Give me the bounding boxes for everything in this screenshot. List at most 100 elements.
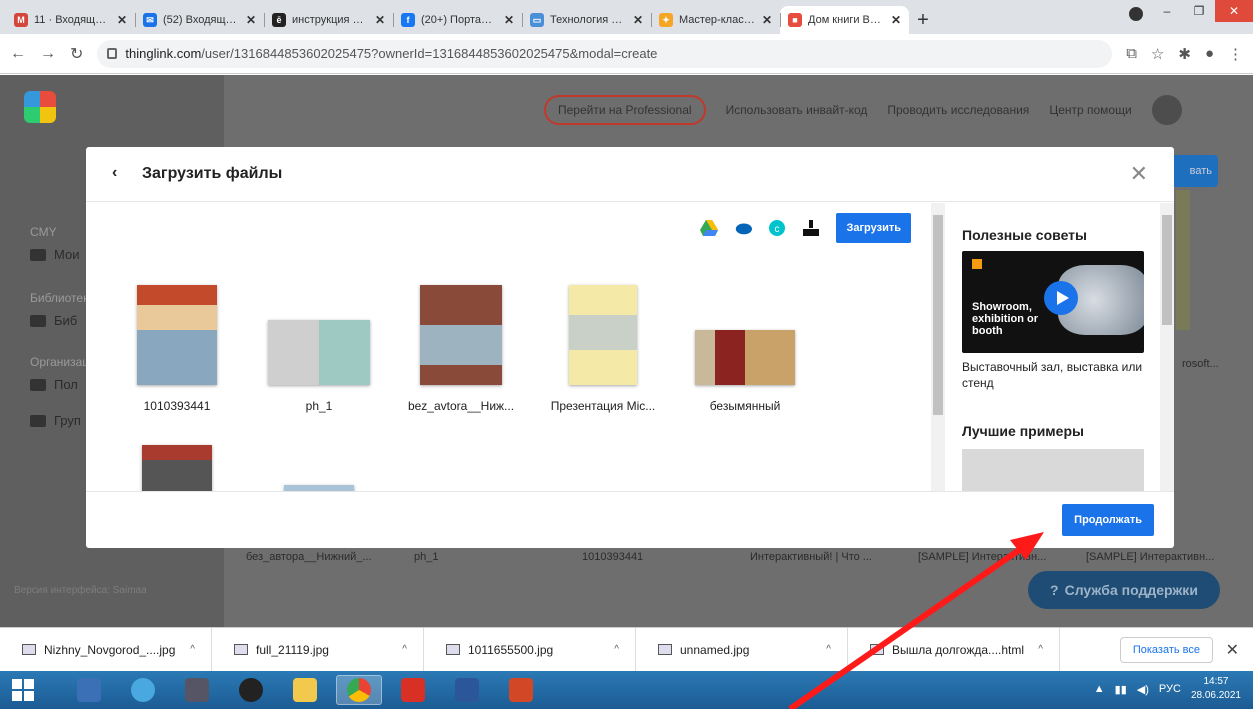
download-item[interactable]: 1011655500.jpg ^ [424, 627, 636, 672]
sidebar-item-users[interactable]: Пол [30, 377, 78, 392]
upload-files-dialog: ‹ Загрузить файлы ✕ c Загрузить 10103934… [86, 147, 1174, 548]
tab-close-icon[interactable]: ✕ [762, 13, 772, 27]
sidebar-item-library[interactable]: Биб [30, 313, 77, 328]
maximize-icon[interactable]: ❐ [1183, 0, 1215, 22]
file-name: Презентация Mic... [550, 399, 656, 413]
word-icon[interactable] [444, 675, 490, 705]
network-icon[interactable]: ▮▮ [1115, 683, 1127, 696]
example-thumbnail[interactable] [962, 449, 1144, 491]
favicon-icon: M [14, 13, 28, 27]
tab-close-icon[interactable]: ✕ [891, 13, 901, 27]
save-icon[interactable] [66, 675, 112, 705]
tips-video[interactable]: Showroom, exhibition or booth [962, 251, 1144, 353]
scrollbar-thumb[interactable] [1162, 215, 1172, 325]
tab-close-icon[interactable]: ✕ [504, 13, 514, 27]
menu-icon[interactable]: ⋮ [1228, 45, 1243, 63]
clock[interactable]: 14:57 28.06.2021 [1191, 675, 1241, 703]
file-tile[interactable]: ph_1 [248, 269, 390, 429]
continue-button[interactable]: Продолжать [1062, 504, 1154, 536]
new-tab-button[interactable]: + [909, 6, 937, 34]
download-item[interactable]: Nizhny_Novgorod_....jpg ^ [0, 627, 212, 672]
thinglink-logo[interactable] [24, 91, 56, 123]
browser-tab[interactable]: ▭ Технология Thing ✕ [522, 6, 651, 34]
browser-tab[interactable]: ✦ Мастер-класс «Со ✕ [651, 6, 780, 34]
download-item[interactable]: unnamed.jpg ^ [636, 627, 848, 672]
download-item[interactable]: Вышла долгожда....html ^ [848, 627, 1060, 672]
chrome-icon[interactable] [336, 675, 382, 705]
files-scrollbar[interactable] [931, 203, 945, 491]
media-icon[interactable] [174, 675, 220, 705]
onedrive-icon[interactable] [734, 220, 753, 236]
file-tile[interactable] [532, 429, 674, 491]
file-tile[interactable]: безымянный [674, 269, 816, 429]
folder-icon [30, 248, 46, 261]
show-all-button[interactable]: Показать все [1119, 637, 1213, 663]
background-item-label: Интерактивный! | Что ... [750, 551, 872, 563]
internet-explorer-icon[interactable] [120, 675, 166, 705]
scrollbar-thumb[interactable] [933, 215, 943, 415]
window-close-icon[interactable]: ✕ [1215, 0, 1253, 22]
browser-tab[interactable]: f (20+) Портал "Что ✕ [393, 6, 522, 34]
close-downloads-icon[interactable]: ✕ [1226, 640, 1239, 660]
minimize-icon[interactable]: – [1151, 0, 1183, 22]
help-center-link[interactable]: Центр помощи [1049, 103, 1131, 117]
file-tile[interactable] [248, 429, 390, 491]
close-icon[interactable]: ✕ [1130, 161, 1148, 187]
go-professional-button[interactable]: Перейти на Professional [544, 95, 706, 125]
browser-tab[interactable]: ē инструкция по ра ✕ [264, 6, 393, 34]
sidebar-item-groups[interactable]: Груп [30, 413, 81, 428]
language-indicator[interactable]: РУС [1159, 683, 1181, 695]
volume-icon[interactable]: ◀) [1137, 683, 1149, 696]
tray-arrow-icon[interactable]: ▲ [1094, 683, 1105, 695]
reload-icon[interactable]: ↻ [70, 44, 83, 64]
back-chevron-icon[interactable]: ‹ [112, 164, 117, 182]
tab-close-icon[interactable]: ✕ [246, 13, 256, 27]
background-item-label: 1010393441 [582, 551, 644, 563]
explorer-folder-icon[interactable] [282, 675, 328, 705]
canva-icon[interactable]: c [768, 220, 786, 236]
user-avatar-icon[interactable]: ● [1205, 45, 1214, 62]
invite-code-link[interactable]: Использовать инвайт-код [726, 103, 868, 117]
avatar[interactable] [1151, 95, 1182, 125]
create-button[interactable]: вать [1170, 155, 1218, 187]
google-drive-icon[interactable] [700, 220, 719, 236]
tab-close-icon[interactable]: ✕ [375, 13, 385, 27]
file-tile[interactable]: Презентация Mic... [532, 269, 674, 429]
forward-arrow-icon[interactable]: → [40, 45, 56, 63]
bookmark-star-icon[interactable]: ☆ [1151, 45, 1164, 63]
back-arrow-icon[interactable]: ← [10, 45, 26, 63]
extensions-icon[interactable]: ✱ [1178, 45, 1191, 63]
sidebar-item-my[interactable]: Мои [30, 247, 79, 262]
chevron-up-icon[interactable]: ^ [402, 644, 407, 655]
browser-tab[interactable]: M 11 · Входящие — ✕ [6, 6, 135, 34]
file-tile[interactable]: 1010393441 [106, 269, 248, 429]
acrobat-icon[interactable] [390, 675, 436, 705]
device-upload-icon[interactable] [802, 220, 820, 236]
tab-close-icon[interactable]: ✕ [633, 13, 643, 27]
tab-close-icon[interactable]: ✕ [117, 13, 127, 27]
tab-title: (20+) Портал "Что [421, 14, 498, 26]
file-tile[interactable]: 1011655500 [106, 429, 248, 491]
browser-tab[interactable]: ■ Дом книги Выкса ✕ [780, 6, 909, 34]
tips-scrollbar[interactable] [1160, 203, 1174, 491]
presentation-icon[interactable] [498, 675, 544, 705]
chevron-up-icon[interactable]: ^ [190, 644, 195, 655]
chevron-up-icon[interactable]: ^ [826, 644, 831, 655]
play-icon[interactable] [1044, 281, 1078, 315]
chevron-up-icon[interactable]: ^ [614, 644, 619, 655]
windows-start-icon[interactable] [12, 679, 34, 701]
file-tile[interactable] [390, 429, 532, 491]
translate-icon[interactable]: ⧉ [1126, 45, 1137, 62]
research-link[interactable]: Проводить исследования [887, 103, 1029, 117]
upload-button[interactable]: Загрузить [836, 213, 911, 243]
support-button[interactable]: ? Служба поддержки [1028, 571, 1220, 609]
url-field[interactable]: thinglink.com/user/1316844853602025475?o… [97, 39, 1113, 68]
browser-tab[interactable]: ✉ (52) Входящие - П ✕ [135, 6, 264, 34]
chevron-up-icon[interactable]: ^ [1038, 644, 1043, 655]
download-item[interactable]: full_21119.jpg ^ [212, 627, 424, 672]
file-tile[interactable]: bez_avtora__Ниж... [390, 269, 532, 429]
camera-icon[interactable] [228, 675, 274, 705]
profile-icon[interactable] [1129, 7, 1143, 21]
tab-title: (52) Входящие - П [163, 14, 240, 26]
downloads-bar: Nizhny_Novgorod_....jpg ^ full_21119.jpg ^ 1… [0, 627, 1253, 672]
